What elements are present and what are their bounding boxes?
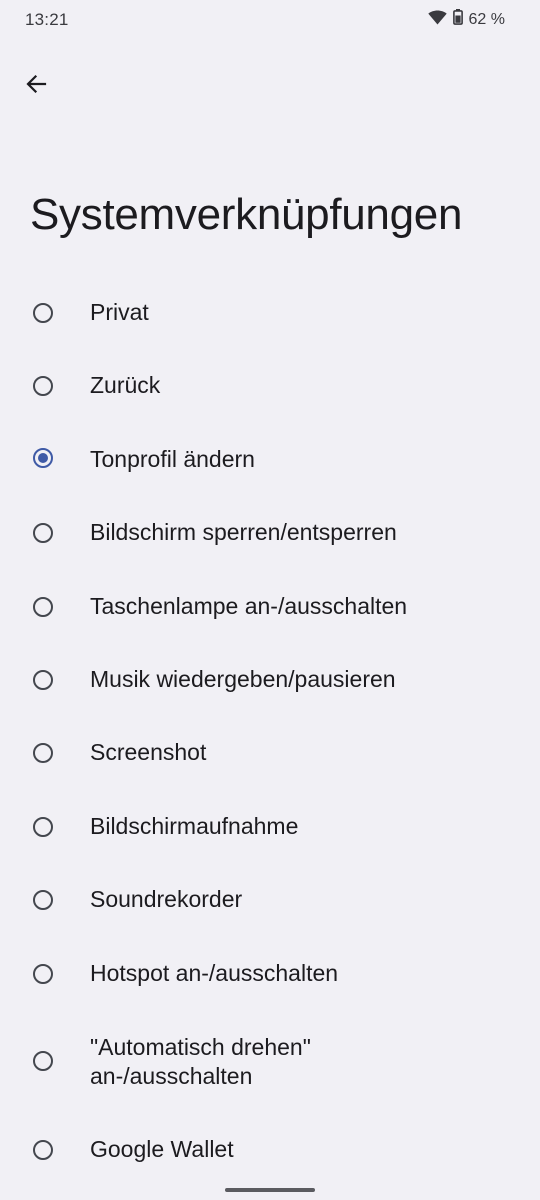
option-tonprofil-aendern[interactable]: Tonprofil ändern: [0, 440, 540, 480]
option-hotspot[interactable]: Hotspot an-/ausschalten: [0, 954, 540, 994]
option-bildschirm-sperren[interactable]: Bildschirm sperren/entsperren: [0, 513, 540, 553]
back-button[interactable]: [14, 64, 58, 108]
radio-button-selected[interactable]: [33, 448, 53, 468]
radio-button[interactable]: [33, 890, 53, 910]
status-time: 13:21: [25, 10, 69, 29]
option-google-wallet[interactable]: Google Wallet: [0, 1130, 540, 1170]
radio-button[interactable]: [33, 523, 53, 543]
wifi-icon: [427, 9, 447, 30]
option-label: Soundrekorder: [90, 886, 243, 912]
option-zurueck[interactable]: Zurück: [0, 366, 540, 406]
option-soundrekorder[interactable]: Soundrekorder: [0, 880, 540, 920]
gesture-navigation-bar[interactable]: [225, 1188, 315, 1192]
radio-button[interactable]: [33, 597, 53, 617]
battery-icon: [452, 9, 463, 30]
option-label: Zurück: [90, 372, 161, 398]
option-privat[interactable]: Privat: [0, 293, 540, 333]
option-label: Taschenlampe an-/ausschalten: [90, 593, 408, 619]
back-arrow-icon: [24, 72, 48, 101]
option-label: Musik wiedergeben/pausieren: [90, 666, 396, 692]
option-label: Hotspot an-/ausschalten: [90, 960, 339, 986]
option-label: Tonprofil ändern: [90, 446, 255, 472]
option-musik[interactable]: Musik wiedergeben/pausieren: [0, 660, 540, 700]
radio-button[interactable]: [33, 743, 53, 763]
option-label: Google Wallet: [90, 1136, 234, 1162]
radio-button[interactable]: [33, 1140, 53, 1160]
radio-button[interactable]: [33, 817, 53, 837]
option-label: Privat: [90, 299, 149, 325]
radio-button[interactable]: [33, 964, 53, 984]
option-label: "Automatisch drehen" an-/ausschalten: [90, 1034, 311, 1089]
radio-button[interactable]: [33, 303, 53, 323]
option-taschenlampe[interactable]: Taschenlampe an-/ausschalten: [0, 587, 540, 627]
status-icons: 62 %: [427, 9, 505, 30]
radio-button[interactable]: [33, 670, 53, 690]
option-automatisch-drehen[interactable]: "Automatisch drehen" an-/ausschalten: [0, 1032, 540, 1092]
option-label: Screenshot: [90, 739, 207, 765]
status-bar: 13:21 62 %: [0, 0, 540, 40]
battery-percentage: 62 %: [468, 10, 505, 28]
option-label: Bildschirmaufnahme: [90, 813, 299, 839]
radio-button[interactable]: [33, 376, 53, 396]
option-label: Bildschirm sperren/entsperren: [90, 519, 397, 545]
option-bildschirmaufnahme[interactable]: Bildschirmaufnahme: [0, 807, 540, 847]
radio-button[interactable]: [33, 1051, 53, 1071]
page-title: Systemverknüpfungen: [30, 190, 463, 239]
option-screenshot[interactable]: Screenshot: [0, 733, 540, 773]
